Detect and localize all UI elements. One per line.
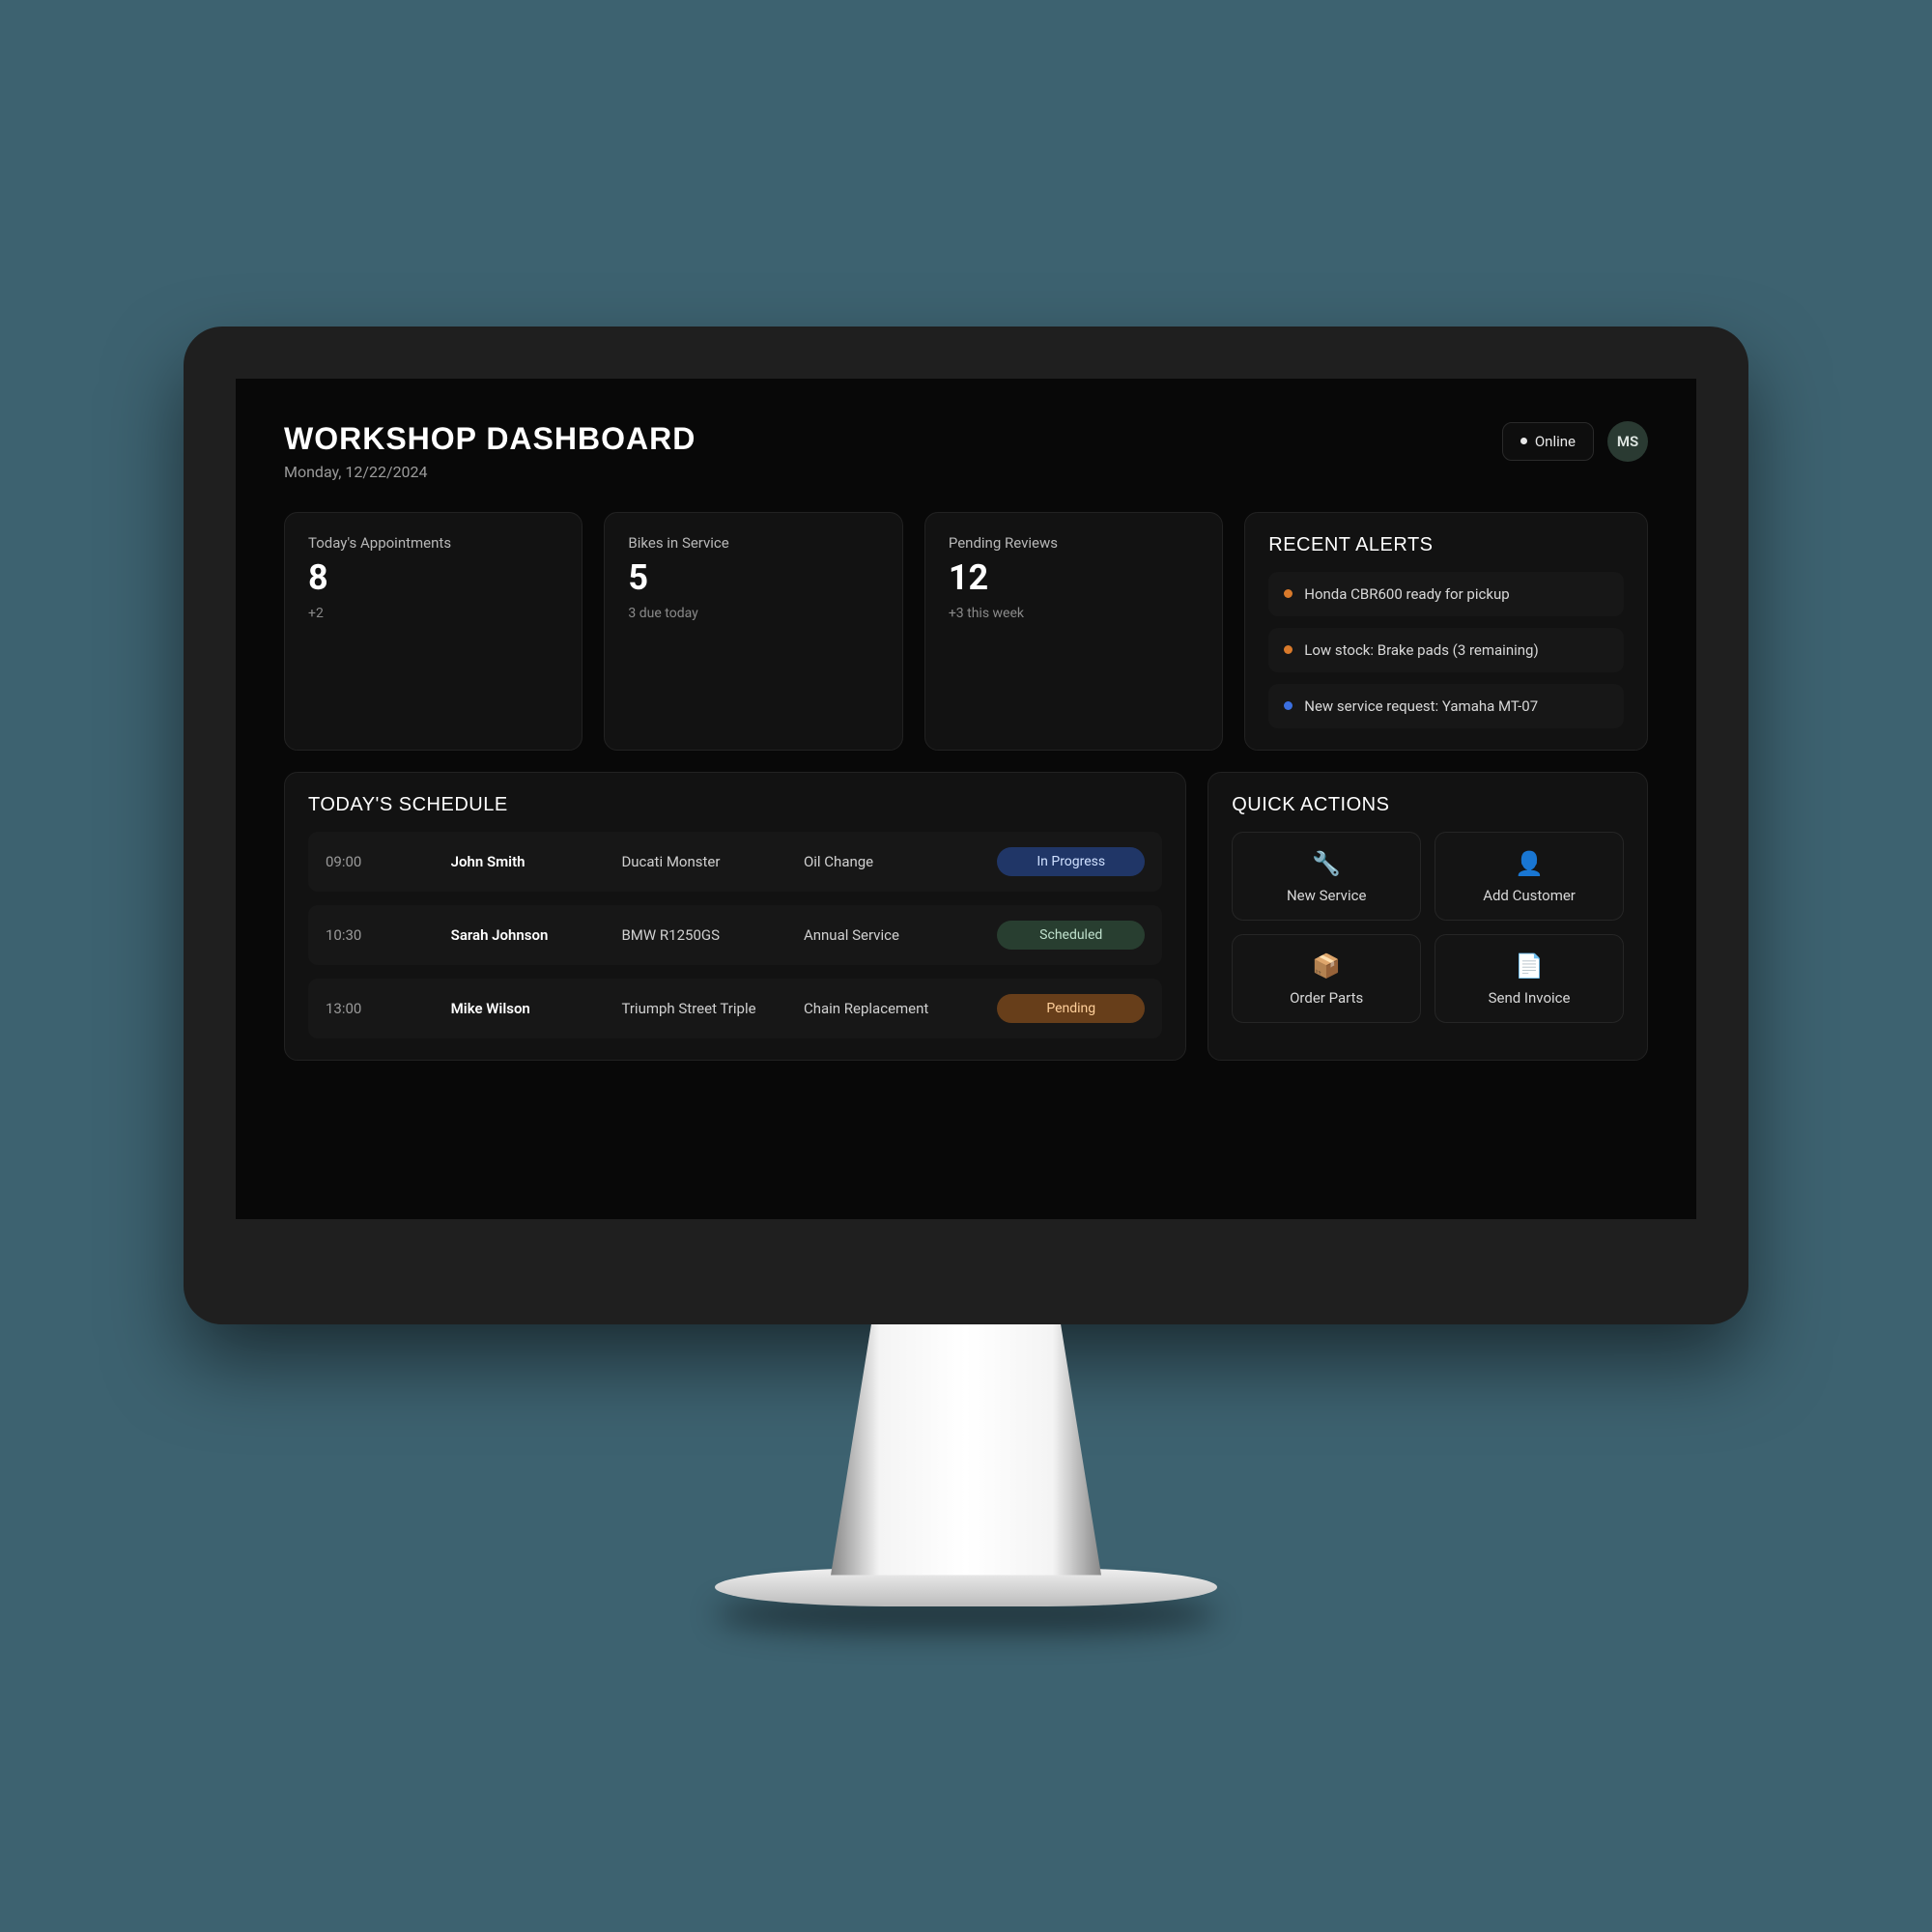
stat-value: 12 [949,557,1199,598]
stat-sub: +2 [308,606,558,621]
stat-label: Bikes in Service [628,534,878,552]
status-badge: Scheduled [997,921,1145,950]
alert-item[interactable]: Low stock: Brake pads (3 remaining) [1268,628,1624,672]
person-icon: 👤 [1445,850,1613,877]
app-root: WORKSHOP DASHBOARD Monday, 12/22/2024 On… [236,379,1696,1103]
stat-card-appointments[interactable]: Today's Appointments 8 +2 [284,512,582,751]
wrench-icon: 🔧 [1242,850,1410,877]
alert-dot-icon [1284,645,1293,654]
stat-label: Today's Appointments [308,534,558,552]
status-badge: Pending [997,994,1145,1023]
schedule-bike: Ducati Monster [621,853,792,870]
schedule-service: Chain Replacement [804,1000,985,1017]
stats-row: Today's Appointments 8 +2 Bikes in Servi… [284,512,1648,751]
quick-action-add-customer[interactable]: 👤 Add Customer [1435,832,1624,921]
status-badge: In Progress [997,847,1145,876]
quick-actions-title: QUICK ACTIONS [1232,794,1624,816]
schedule-row[interactable]: 13:00 Mike Wilson Triumph Street Triple … [308,979,1162,1038]
alerts-title: RECENT ALERTS [1268,534,1624,556]
screen: WORKSHOP DASHBOARD Monday, 12/22/2024 On… [236,379,1696,1219]
alert-text: Honda CBR600 ready for pickup [1304,585,1509,603]
schedule-time: 10:30 [326,926,440,944]
schedule-title: TODAY'S SCHEDULE [308,794,1162,816]
quick-action-label: Order Parts [1290,989,1363,1007]
alert-dot-icon [1284,701,1293,710]
page-title: WORKSHOP DASHBOARD [284,421,696,457]
quick-actions-card: QUICK ACTIONS 🔧 New Service 👤 Add Custom… [1208,772,1648,1061]
stat-value: 5 [628,557,878,598]
schedule-card: TODAY'S SCHEDULE 09:00 John Smith Ducati… [284,772,1186,1061]
alert-item[interactable]: Honda CBR600 ready for pickup [1268,572,1624,616]
bottom-row: TODAY'S SCHEDULE 09:00 John Smith Ducati… [284,772,1648,1061]
schedule-service: Oil Change [804,853,985,870]
status-text: Online [1535,433,1576,450]
alert-text: Low stock: Brake pads (3 remaining) [1304,641,1538,659]
schedule-service: Annual Service [804,926,985,944]
quick-action-order-parts[interactable]: 📦 Order Parts [1232,934,1421,1023]
schedule-bike: BMW R1250GS [621,926,792,944]
header-left: WORKSHOP DASHBOARD Monday, 12/22/2024 [284,421,696,481]
schedule-bike: Triumph Street Triple [621,1000,792,1017]
stat-sub: 3 due today [628,606,878,621]
schedule-customer: John Smith [451,853,611,870]
schedule-customer: Mike Wilson [451,1000,611,1017]
alert-text: New service request: Yamaha MT-07 [1304,697,1538,715]
device-frame: WORKSHOP DASHBOARD Monday, 12/22/2024 On… [184,327,1748,1606]
stat-value: 8 [308,557,558,598]
box-icon: 📦 [1242,952,1410,980]
stat-card-bikes[interactable]: Bikes in Service 5 3 due today [604,512,902,751]
alerts-card: RECENT ALERTS Honda CBR600 ready for pic… [1244,512,1648,751]
stat-sub: +3 this week [949,606,1199,621]
header-right: Online MS [1502,421,1648,462]
quick-action-label: New Service [1287,887,1366,904]
device-bezel: WORKSHOP DASHBOARD Monday, 12/22/2024 On… [184,327,1748,1324]
alert-item[interactable]: New service request: Yamaha MT-07 [1268,684,1624,728]
quick-action-label: Send Invoice [1489,989,1571,1007]
status-pill[interactable]: Online [1502,422,1594,461]
schedule-row[interactable]: 09:00 John Smith Ducati Monster Oil Chan… [308,832,1162,892]
alert-dot-icon [1284,589,1293,598]
schedule-time: 13:00 [326,1000,440,1017]
schedule-customer: Sarah Johnson [451,926,611,944]
stat-card-reviews[interactable]: Pending Reviews 12 +3 this week [924,512,1223,751]
header: WORKSHOP DASHBOARD Monday, 12/22/2024 On… [284,421,1648,481]
quick-actions-grid: 🔧 New Service 👤 Add Customer 📦 Order Par… [1232,832,1624,1023]
avatar[interactable]: MS [1607,421,1648,462]
page-date: Monday, 12/22/2024 [284,463,696,481]
quick-action-new-service[interactable]: 🔧 New Service [1232,832,1421,921]
schedule-row[interactable]: 10:30 Sarah Johnson BMW R1250GS Annual S… [308,905,1162,965]
device-stand-neck [831,1324,1101,1576]
schedule-time: 09:00 [326,853,440,870]
document-icon: 📄 [1445,952,1613,980]
quick-action-label: Add Customer [1483,887,1576,904]
stat-label: Pending Reviews [949,534,1199,552]
status-dot-icon [1520,438,1527,444]
quick-action-send-invoice[interactable]: 📄 Send Invoice [1435,934,1624,1023]
